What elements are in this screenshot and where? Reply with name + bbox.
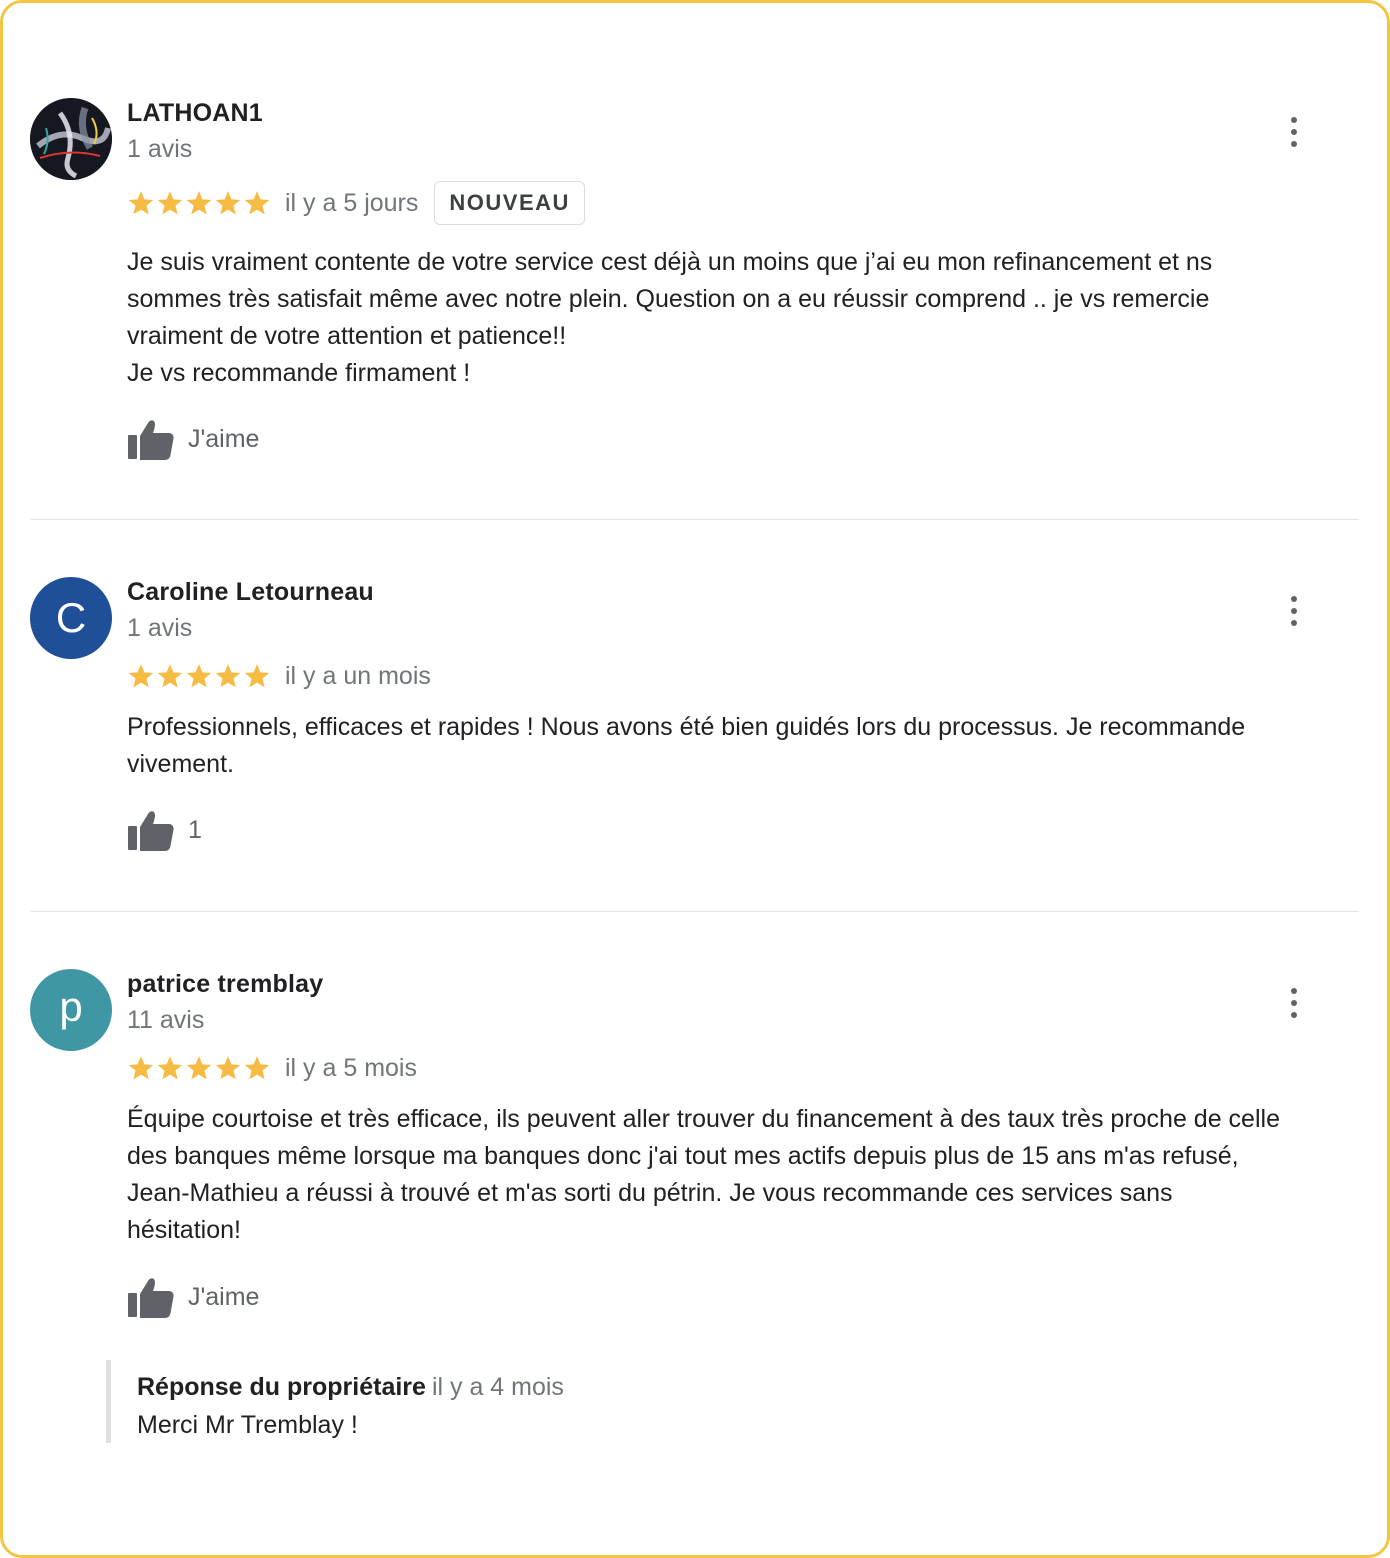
star-icon: [185, 1054, 213, 1082]
like-button[interactable]: 1: [127, 807, 202, 853]
star-icon: [156, 1054, 184, 1082]
owner-reply-text: Merci Mr Tremblay !: [137, 1411, 358, 1439]
more-vert-icon: [1291, 117, 1297, 123]
review-text: Je suis vraiment contente de votre servi…: [127, 248, 1213, 387]
star-icon: [243, 662, 271, 690]
star-icon: [243, 1054, 271, 1082]
thumbs-up-icon: [127, 808, 175, 852]
avatar-photo-image: [30, 98, 112, 180]
thumbs-up-icon: [127, 1275, 175, 1319]
star-icon: [214, 662, 242, 690]
reviews-panel: LATHOAN1 1 avis il y a 5 jours NOUVEAU J…: [0, 0, 1390, 1558]
thumbs-up-icon: [127, 417, 175, 461]
star-rating: [127, 1054, 271, 1082]
star-icon: [214, 1054, 242, 1082]
owner-reply: Réponse du propriétaire il y a 4 mois Mer…: [106, 1360, 806, 1443]
avatar-letter: C: [55, 594, 87, 641]
more-options-button[interactable]: [1279, 593, 1309, 629]
like-label: J'aime: [188, 425, 260, 453]
author-review-count: 1 avis: [127, 614, 193, 642]
review-text: Équipe courtoise et très efficace, ils p…: [127, 1105, 1280, 1244]
star-icon: [214, 189, 242, 217]
author-name[interactable]: Caroline Letourneau: [127, 577, 374, 607]
owner-reply-date: il y a 4 mois: [431, 1373, 564, 1401]
star-rating: [127, 189, 271, 217]
more-vert-icon: [1291, 596, 1297, 602]
review-date: il y a 5 jours: [285, 189, 419, 217]
more-options-button[interactable]: [1279, 985, 1309, 1021]
star-icon: [185, 189, 213, 217]
review-date: il y a un mois: [285, 662, 431, 690]
author-name[interactable]: LATHOAN1: [127, 98, 263, 128]
star-icon: [127, 1054, 155, 1082]
star-icon: [185, 662, 213, 690]
avatar[interactable]: p: [30, 969, 112, 1051]
avatar[interactable]: C: [30, 577, 112, 659]
author-review-count: 1 avis: [127, 135, 193, 163]
avatar-letter: p: [59, 983, 83, 1030]
new-badge: NOUVEAU: [434, 181, 585, 225]
review-date: il y a 5 mois: [285, 1054, 417, 1082]
like-button[interactable]: J'aime: [127, 416, 259, 462]
divider: [31, 519, 1359, 520]
author-name[interactable]: patrice tremblay: [127, 969, 323, 999]
star-icon: [156, 189, 184, 217]
star-icon: [243, 189, 271, 217]
author-review-count: 11 avis: [127, 1006, 205, 1034]
more-options-button[interactable]: [1279, 114, 1309, 150]
star-icon: [127, 662, 155, 690]
rating-row: il y a un mois: [127, 655, 431, 697]
divider: [31, 911, 1359, 912]
like-label: J'aime: [188, 1283, 260, 1311]
owner-reply-title: Réponse du propriétaire: [137, 1373, 426, 1401]
like-button[interactable]: J'aime: [127, 1274, 259, 1320]
rating-row: il y a 5 mois: [127, 1047, 417, 1089]
like-count: 1: [188, 816, 202, 844]
star-icon: [127, 189, 155, 217]
star-icon: [156, 662, 184, 690]
star-rating: [127, 662, 271, 690]
review-text: Professionnels, efficaces et rapides ! N…: [127, 713, 1246, 778]
more-vert-icon: [1291, 988, 1297, 994]
avatar[interactable]: [30, 98, 112, 180]
owner-reply-header: Réponse du propriétaire il y a 4 mois: [137, 1372, 564, 1402]
rating-row: il y a 5 jours NOUVEAU: [127, 181, 585, 225]
